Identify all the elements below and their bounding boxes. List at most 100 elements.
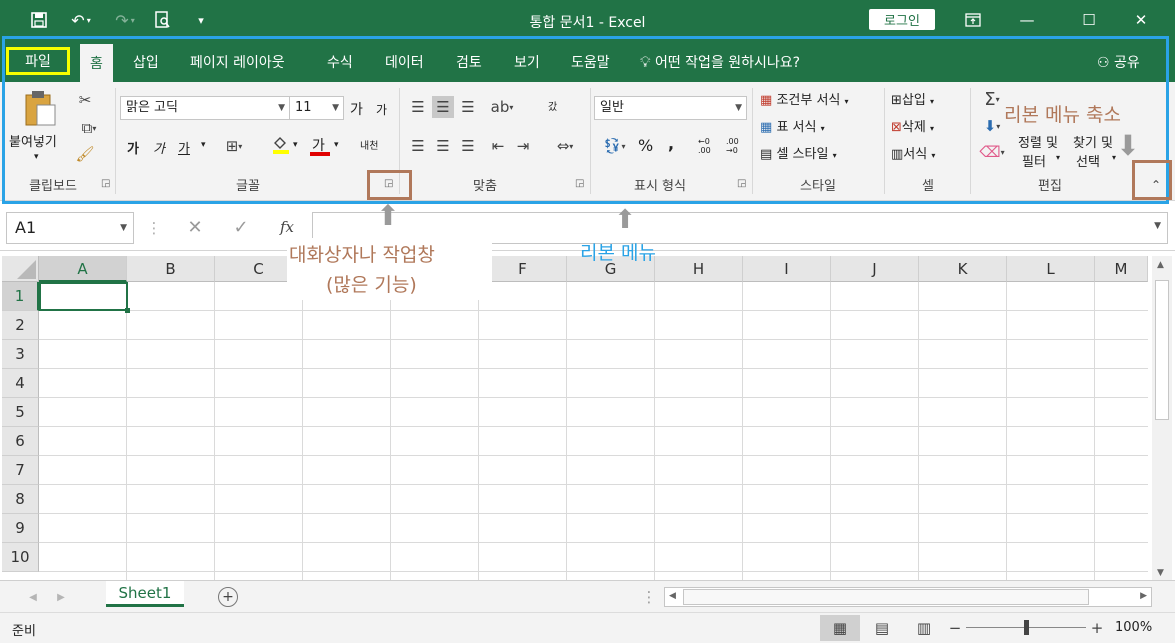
row-header-10[interactable]: 10 xyxy=(2,543,39,572)
tab-file[interactable]: 파일 xyxy=(6,47,70,75)
decrease-decimal-button[interactable]: .00 →0 xyxy=(726,137,746,155)
increase-indent-icon[interactable]: ⇥ xyxy=(512,136,534,156)
format-painter-icon[interactable]: 🖌︎ xyxy=(74,144,96,164)
italic-button[interactable]: 가 xyxy=(153,138,165,157)
row-header-8[interactable]: 8 xyxy=(2,485,39,514)
format-cells-button[interactable]: ▥서식 ▾ xyxy=(891,143,935,162)
underline-button[interactable]: 가 xyxy=(178,138,190,157)
name-box[interactable]: A1 ▼ xyxy=(6,212,134,244)
accounting-format-icon[interactable]: 💱︎ ▾ xyxy=(596,136,632,156)
cancel-icon[interactable]: ✕ xyxy=(184,216,206,238)
increase-decimal-button[interactable]: ←0 .00 xyxy=(698,137,718,155)
align-right-icon[interactable]: ☰ xyxy=(457,136,479,156)
row-header-5[interactable]: 5 xyxy=(2,398,39,427)
zoom-out-icon[interactable]: − xyxy=(948,617,962,639)
borders-icon[interactable]: ⊞ ▾ xyxy=(222,136,246,156)
tab-home[interactable]: 홈 xyxy=(80,44,113,82)
scroll-down-icon[interactable]: ▼ xyxy=(1157,568,1164,578)
orientation-icon[interactable]: ab ▾ xyxy=(484,96,520,118)
align-center-icon[interactable]: ☰ xyxy=(432,136,454,156)
enter-icon[interactable]: ✓ xyxy=(230,216,252,238)
phonetic-guide-button[interactable]: 내천 xyxy=(360,137,378,152)
find-select-label-2[interactable]: 선택 xyxy=(1076,151,1100,170)
shrink-font-button[interactable]: 가 xyxy=(376,101,387,118)
paste-dropdown-icon[interactable]: ▾ xyxy=(34,152,39,162)
tab-help[interactable]: 도움말 xyxy=(571,52,610,72)
cell-styles-button[interactable]: ▤ 셀 스타일 ▾ xyxy=(760,143,837,162)
horizontal-scrollbar[interactable]: ◀ ▶ xyxy=(664,587,1152,607)
scroll-right-icon[interactable]: ▶ xyxy=(1140,591,1147,601)
align-middle-icon[interactable]: ☰ xyxy=(432,96,454,118)
worksheet-grid[interactable]: ABCDEFGHIJKLM 12345678910 ▲ ▼ 대화상자나 작업창 … xyxy=(0,238,1175,580)
sort-filter-label-1[interactable]: 정렬 및 xyxy=(1018,132,1058,151)
insert-cells-button[interactable]: ⊞삽입 ▾ xyxy=(891,89,934,108)
column-header-f[interactable]: F xyxy=(479,256,567,282)
percent-button[interactable]: % xyxy=(638,136,653,155)
scroll-up-icon[interactable]: ▲ xyxy=(1157,260,1164,270)
fill-handle[interactable] xyxy=(125,308,130,313)
share-button[interactable]: ⚇ 공유 xyxy=(1097,52,1140,72)
comma-button[interactable]: , xyxy=(668,134,674,153)
align-bottom-icon[interactable]: ☰ xyxy=(457,96,479,118)
bold-button[interactable]: 가 xyxy=(127,138,139,157)
row-header-1[interactable]: 1 xyxy=(2,282,39,311)
row-header-7[interactable]: 7 xyxy=(2,456,39,485)
row-header-6[interactable]: 6 xyxy=(2,427,39,456)
cut-icon[interactable]: ✂ xyxy=(74,90,96,110)
scroll-thumb[interactable] xyxy=(683,589,1089,605)
number-format-dropdown[interactable]: 일반 ▼ xyxy=(594,96,747,120)
zoom-in-icon[interactable]: + xyxy=(1090,617,1104,639)
tab-view[interactable]: 보기 xyxy=(514,52,540,72)
maximize-icon[interactable]: ☐ xyxy=(1074,8,1104,32)
conditional-formatting-button[interactable]: ▦ 조건부 서식 ▾ xyxy=(760,89,849,108)
column-header-j[interactable]: J xyxy=(831,256,919,282)
row-header-9[interactable]: 9 xyxy=(2,514,39,543)
paste-icon[interactable] xyxy=(20,88,60,128)
copy-icon[interactable]: ⧉ ▾ xyxy=(74,118,104,138)
row-header-3[interactable]: 3 xyxy=(2,340,39,369)
normal-view-icon[interactable]: ▦ xyxy=(820,615,860,641)
row-header-4[interactable]: 4 xyxy=(2,369,39,398)
grow-font-button[interactable]: 가 xyxy=(350,99,363,119)
tab-insert[interactable]: 삽입 xyxy=(133,52,159,72)
fill-color-icon[interactable] xyxy=(270,134,292,154)
tab-formulas[interactable]: 수식 xyxy=(327,52,353,72)
number-launcher-icon[interactable]: ◲ xyxy=(737,178,746,189)
cell-area[interactable] xyxy=(39,282,1148,580)
font-color-dropdown-icon[interactable]: ▾ xyxy=(334,140,339,150)
tab-page-layout[interactable]: 페이지 레이아웃 xyxy=(190,52,285,72)
tell-me-box[interactable]: 💡︎ 어떤 작업을 원하시나요? xyxy=(640,52,800,72)
vertical-scrollbar[interactable]: ▲ ▼ xyxy=(1152,256,1172,580)
scroll-left-icon[interactable]: ◀ xyxy=(669,591,676,601)
ribbon-display-options-icon[interactable] xyxy=(958,8,988,32)
login-button[interactable]: 로그인 xyxy=(869,9,935,30)
insert-function-icon[interactable]: fx xyxy=(274,216,300,238)
decrease-indent-icon[interactable]: ⇤ xyxy=(487,136,509,156)
wrap-text-button[interactable]: 갔 xyxy=(548,98,557,113)
column-header-i[interactable]: I xyxy=(743,256,831,282)
select-all-button[interactable] xyxy=(2,256,39,282)
column-header-h[interactable]: H xyxy=(655,256,743,282)
merge-center-icon[interactable]: ⇔ ▾ xyxy=(546,136,584,156)
row-header-2[interactable]: 2 xyxy=(2,311,39,340)
clear-icon[interactable]: ⌫ ▾ xyxy=(976,142,1008,162)
next-sheet-icon[interactable]: ▶ xyxy=(54,589,68,605)
sheet-tab-sheet1[interactable]: Sheet1 xyxy=(106,581,184,607)
scroll-thumb[interactable] xyxy=(1155,280,1169,420)
page-break-view-icon[interactable]: ▥ xyxy=(912,617,936,639)
minimize-icon[interactable]: — xyxy=(1012,8,1042,32)
tab-review[interactable]: 검토 xyxy=(456,52,482,72)
find-select-label-1[interactable]: 찾기 및 xyxy=(1073,132,1113,151)
fill-color-dropdown-icon[interactable]: ▾ xyxy=(293,140,298,150)
align-top-icon[interactable]: ☰ xyxy=(407,96,429,118)
format-as-table-button[interactable]: ▦ 표 서식 ▾ xyxy=(760,116,825,135)
active-cell[interactable] xyxy=(39,282,128,311)
column-header-b[interactable]: B xyxy=(127,256,215,282)
align-left-icon[interactable]: ☰ xyxy=(407,136,429,156)
tab-data[interactable]: 데이터 xyxy=(385,52,424,72)
sort-filter-dropdown-icon[interactable]: ▾ xyxy=(1056,153,1060,162)
zoom-level[interactable]: 100% xyxy=(1115,620,1152,635)
column-header-k[interactable]: K xyxy=(919,256,1007,282)
add-sheet-icon[interactable]: + xyxy=(218,587,238,607)
alignment-launcher-icon[interactable]: ◲ xyxy=(575,178,584,189)
